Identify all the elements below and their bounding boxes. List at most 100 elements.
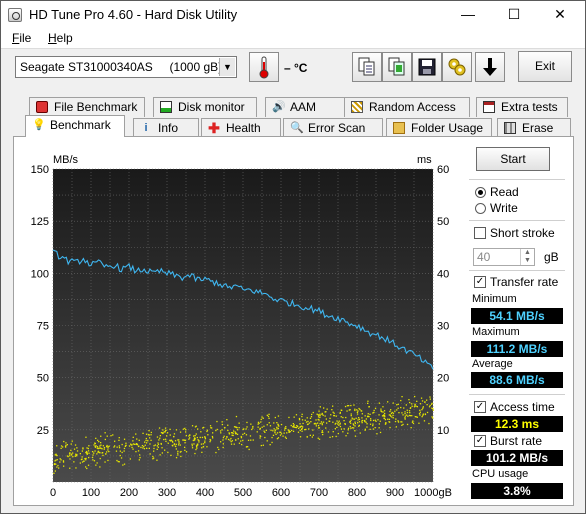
read-radio[interactable]	[475, 187, 486, 198]
access-time-point	[333, 415, 336, 417]
tab-aam[interactable]: 🔊 AAM	[265, 97, 345, 117]
access-time-point	[56, 459, 58, 461]
burst-rate-checkbox[interactable]: ✓	[474, 435, 486, 447]
short-stroke-checkbox[interactable]	[474, 227, 486, 239]
minimize-button[interactable]: —	[446, 1, 490, 29]
access-time-point	[99, 445, 101, 447]
access-time-point	[233, 430, 235, 432]
access-time-point	[298, 417, 301, 420]
cpu-usage-value: 3.8%	[471, 483, 563, 499]
tab-info[interactable]: i Info	[133, 118, 199, 138]
access-time-point	[139, 457, 141, 459]
save-button[interactable]	[412, 52, 442, 82]
tab-extra-tests[interactable]: Extra tests	[476, 97, 568, 117]
write-radio[interactable]	[475, 203, 486, 214]
access-time-point	[347, 432, 349, 434]
access-time-point	[390, 412, 393, 415]
access-time-point	[277, 415, 280, 417]
access-time-point	[149, 443, 151, 445]
access-time-point	[414, 416, 416, 418]
tab-file-benchmark[interactable]: File Benchmark	[29, 97, 145, 117]
access-time-checkbox[interactable]: ✓	[474, 401, 486, 413]
access-time-point	[402, 414, 404, 416]
access-time-point	[230, 443, 233, 445]
access-time-point	[411, 405, 413, 407]
short-stroke-size-input[interactable]: 40 ▲ ▼	[473, 248, 535, 266]
menu-file[interactable]: File	[12, 31, 31, 45]
spin-arrows-icon[interactable]: ▲ ▼	[520, 249, 534, 265]
options-button[interactable]	[442, 52, 472, 82]
access-time-point	[162, 432, 164, 435]
tab-error-scan[interactable]: 🔍 Error Scan	[283, 118, 383, 138]
menu-help[interactable]: Help	[48, 31, 73, 45]
x-tick-label: 900	[386, 487, 404, 499]
close-button[interactable]: ✕	[538, 1, 582, 29]
copy-text-button[interactable]	[352, 52, 382, 82]
access-time-point	[179, 431, 182, 433]
access-time-point	[311, 436, 313, 438]
access-time-point	[191, 443, 193, 445]
chevron-down-icon[interactable]: ▼	[219, 58, 235, 76]
access-time-point	[188, 438, 190, 440]
access-time-point	[182, 428, 185, 430]
access-time-point	[118, 445, 120, 447]
tab-random-access[interactable]: Random Access	[344, 97, 470, 117]
access-time-point	[197, 428, 199, 430]
access-time-point	[375, 420, 377, 422]
temperature-button[interactable]	[249, 52, 279, 82]
access-time-point	[260, 421, 262, 423]
access-time-point	[178, 442, 180, 444]
access-time-point	[397, 420, 399, 422]
access-time-point	[96, 447, 98, 449]
tab-health[interactable]: ✚ Health	[201, 118, 281, 138]
transfer-rate-checkbox[interactable]: ✓	[474, 276, 486, 288]
access-time-point	[243, 432, 246, 434]
access-time-point	[276, 422, 278, 424]
access-time-point	[81, 456, 83, 458]
access-time-point	[63, 465, 65, 467]
access-time-point	[365, 418, 367, 420]
access-time-point	[158, 439, 160, 441]
access-time-point	[431, 403, 433, 405]
access-time-point	[317, 414, 319, 416]
speaker-icon: 🔊	[272, 101, 286, 113]
access-time-point	[396, 404, 398, 406]
access-time-point	[321, 431, 323, 433]
access-time-point	[306, 436, 308, 438]
access-time-point	[262, 417, 264, 419]
access-time-point	[265, 429, 267, 431]
average-value: 88.6 MB/s	[471, 372, 563, 388]
access-time-point	[366, 423, 368, 425]
access-time-point	[353, 418, 356, 420]
drive-select[interactable]: Seagate ST31000340AS (1000 gB) ▼	[15, 56, 237, 78]
access-time-point	[266, 440, 268, 442]
access-time-point	[426, 411, 429, 414]
access-time-point	[222, 439, 224, 441]
x-tick-label: 1000gB	[414, 487, 452, 499]
access-time-point	[107, 446, 109, 448]
tab-disk-monitor[interactable]: Disk monitor	[153, 97, 257, 117]
tab-benchmark[interactable]: 💡 Benchmark	[25, 115, 125, 137]
tab-folder-usage[interactable]: Folder Usage	[386, 118, 492, 138]
start-button[interactable]: Start	[476, 147, 550, 171]
access-time-point	[350, 419, 352, 421]
maximize-button[interactable]: ☐	[492, 1, 536, 29]
access-time-point	[276, 438, 279, 440]
temperature-readout: – °C	[284, 61, 308, 75]
access-time-point	[130, 444, 133, 446]
download-button[interactable]	[475, 52, 505, 82]
access-time-point	[358, 417, 360, 419]
access-time-point	[348, 405, 350, 407]
access-time-point	[118, 439, 120, 441]
exit-button[interactable]: Exit	[518, 51, 572, 82]
access-time-point	[131, 446, 133, 449]
access-time-point	[219, 430, 222, 432]
access-time-point	[357, 419, 359, 421]
access-time-point	[400, 399, 402, 402]
tab-erase[interactable]: Erase	[497, 118, 571, 138]
copy-screenshot-button[interactable]	[382, 52, 412, 82]
access-time-point	[132, 440, 134, 442]
access-time-point	[412, 420, 414, 422]
access-time-point	[419, 414, 421, 416]
access-time-point	[271, 436, 273, 439]
